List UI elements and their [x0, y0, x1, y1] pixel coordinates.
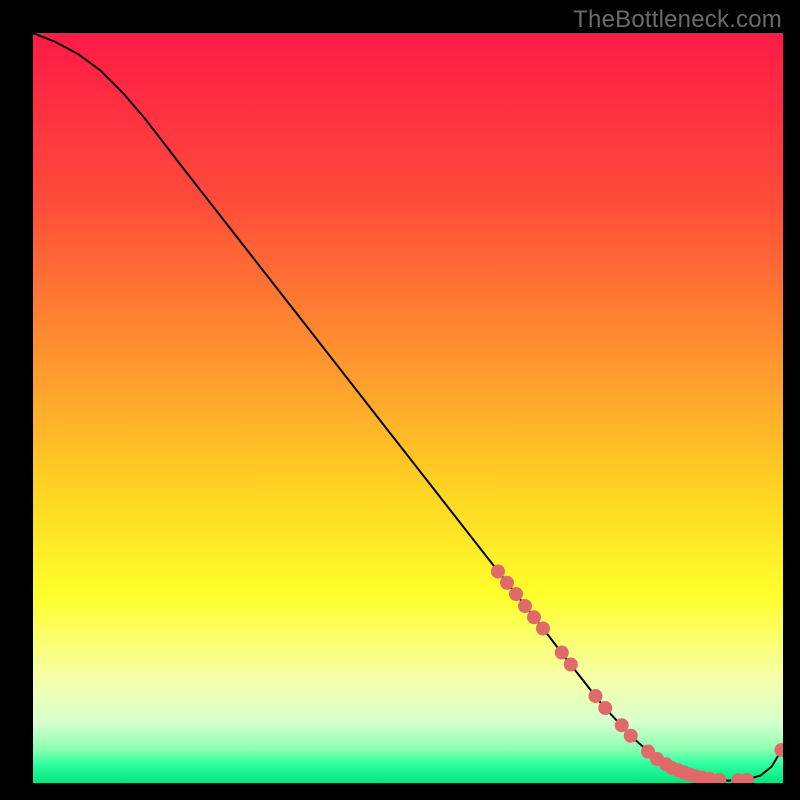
highlight-dot [527, 610, 541, 624]
highlight-dot [518, 599, 532, 613]
highlight-dot [564, 658, 578, 672]
highlight-dot [589, 689, 603, 703]
gradient-background [33, 33, 783, 783]
highlight-dot [491, 565, 505, 579]
highlight-dot [509, 587, 523, 601]
highlight-dot [598, 701, 612, 715]
highlight-dot [536, 622, 550, 636]
highlight-dot [500, 576, 514, 590]
highlight-dot [555, 646, 569, 660]
watermark-text: TheBottleneck.com [573, 6, 782, 34]
plot-area [33, 33, 783, 783]
chart-stage: TheBottleneck.com [0, 0, 800, 800]
chart-svg [33, 33, 783, 783]
highlight-dot [624, 729, 638, 743]
